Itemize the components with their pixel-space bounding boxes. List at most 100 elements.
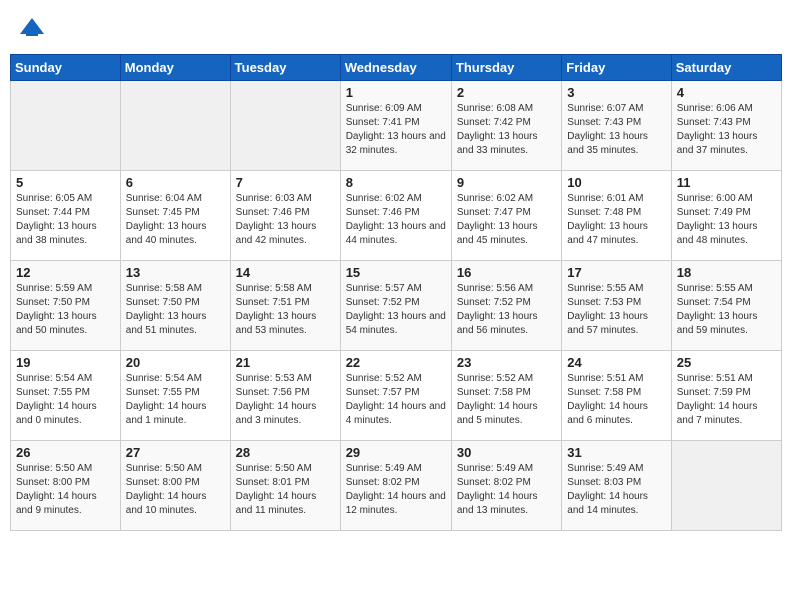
day-number: 12 [16, 265, 115, 280]
day-info: Sunrise: 5:49 AM Sunset: 8:02 PM Dayligh… [457, 462, 556, 518]
day-number: 11 [677, 175, 776, 190]
calendar-cell: 10 Sunrise: 6:01 AM Sunset: 7:48 PM Dayli… [562, 171, 671, 261]
day-info: Sunrise: 5:52 AM Sunset: 7:58 PM Dayligh… [457, 372, 556, 428]
calendar-cell: 12Sunrise: 5:59 AM Sunset: 7:50 PM Dayli… [11, 261, 121, 351]
day-info: Sunrise: 5:58 AM Sunset: 7:50 PM Dayligh… [126, 282, 225, 338]
day-number: 6 [126, 175, 225, 190]
day-info: Sunrise: 6:03 AM Sunset: 7:46 PM Dayligh… [236, 192, 335, 248]
day-number: 1 [346, 85, 446, 100]
calendar-cell: 16Sunrise: 5:56 AM Sunset: 7:52 PM Dayli… [451, 261, 561, 351]
day-number: 17 [567, 265, 665, 280]
day-number: 20 [126, 355, 225, 370]
calendar-cell: 31 Sunrise: 5:49 AM Sunset: 8:03 PM Dayli… [562, 441, 671, 531]
day-number: 21 [236, 355, 335, 370]
day-info: Sunrise: 5:58 AM Sunset: 7:51 PM Dayligh… [236, 282, 335, 338]
calendar-cell: 9 Sunrise: 6:02 AM Sunset: 7:47 PM Daylig… [451, 171, 561, 261]
day-header-thursday: Thursday [451, 55, 561, 81]
logo-icon [18, 14, 46, 42]
calendar-cell: 4 Sunrise: 6:06 AM Sunset: 7:43 PM Daylig… [671, 81, 781, 171]
calendar-week-3: 12Sunrise: 5:59 AM Sunset: 7:50 PM Dayli… [11, 261, 782, 351]
day-header-sunday: Sunday [11, 55, 121, 81]
day-info: Sunrise: 6:06 AM Sunset: 7:43 PM Dayligh… [677, 102, 776, 158]
day-info: Sunrise: 5:55 AM Sunset: 7:54 PM Dayligh… [677, 282, 776, 338]
day-number: 7 [236, 175, 335, 190]
logo [18, 14, 50, 42]
calendar-cell: 29 Sunrise: 5:49 AM Sunset: 8:02 PM Dayli… [340, 441, 451, 531]
day-header-tuesday: Tuesday [230, 55, 340, 81]
calendar-week-5: 26 Sunrise: 5:50 AM Sunset: 8:00 PM Dayli… [11, 441, 782, 531]
day-info: Sunrise: 5:55 AM Sunset: 7:53 PM Dayligh… [567, 282, 665, 338]
calendar-cell: 13Sunrise: 5:58 AM Sunset: 7:50 PM Dayli… [120, 261, 230, 351]
day-header-monday: Monday [120, 55, 230, 81]
day-info: Sunrise: 6:08 AM Sunset: 7:42 PM Dayligh… [457, 102, 556, 158]
calendar-cell: 26Sunrise: 5:50 AM Sunset: 8:00 PM Dayli… [11, 441, 121, 531]
day-number: 9 [457, 175, 556, 190]
calendar-cell: 2 Sunrise: 6:08 AM Sunset: 7:42 PM Daylig… [451, 81, 561, 171]
calendar-cell: 5 Sunrise: 6:05 AM Sunset: 7:44 PM Daylig… [11, 171, 121, 261]
day-header-friday: Friday [562, 55, 671, 81]
day-number: 4 [677, 85, 776, 100]
day-header-saturday: Saturday [671, 55, 781, 81]
day-info: Sunrise: 6:04 AM Sunset: 7:45 PM Dayligh… [126, 192, 225, 248]
page-header [10, 10, 782, 46]
day-info: Sunrise: 6:05 AM Sunset: 7:44 PM Dayligh… [16, 192, 115, 248]
day-number: 26 [16, 445, 115, 460]
day-number: 30 [457, 445, 556, 460]
calendar-cell: 30 Sunrise: 5:49 AM Sunset: 8:02 PM Dayli… [451, 441, 561, 531]
day-info: Sunrise: 5:57 AM Sunset: 7:52 PM Dayligh… [346, 282, 446, 338]
day-info: Sunrise: 6:02 AM Sunset: 7:46 PM Dayligh… [346, 192, 446, 248]
day-header-wednesday: Wednesday [340, 55, 451, 81]
calendar-week-4: 19 Sunrise: 5:54 AM Sunset: 7:55 PM Dayli… [11, 351, 782, 441]
day-info: Sunrise: 5:51 AM Sunset: 7:58 PM Dayligh… [567, 372, 665, 428]
calendar-cell: 6 Sunrise: 6:04 AM Sunset: 7:45 PM Daylig… [120, 171, 230, 261]
day-number: 28 [236, 445, 335, 460]
calendar-cell: 1 Sunrise: 6:09 AM Sunset: 7:41 PM Daylig… [340, 81, 451, 171]
calendar-cell: 19 Sunrise: 5:54 AM Sunset: 7:55 PM Dayli… [11, 351, 121, 441]
calendar-cell: 20Sunrise: 5:54 AM Sunset: 7:55 PM Dayli… [120, 351, 230, 441]
calendar-header-row: SundayMondayTuesdayWednesdayThursdayFrid… [11, 55, 782, 81]
day-number: 31 [567, 445, 665, 460]
day-number: 19 [16, 355, 115, 370]
day-number: 2 [457, 85, 556, 100]
day-number: 25 [677, 355, 776, 370]
day-number: 15 [346, 265, 446, 280]
day-number: 3 [567, 85, 665, 100]
calendar-cell: 22Sunrise: 5:52 AM Sunset: 7:57 PM Dayli… [340, 351, 451, 441]
day-number: 24 [567, 355, 665, 370]
calendar-cell: 15 Sunrise: 5:57 AM Sunset: 7:52 PM Dayli… [340, 261, 451, 351]
day-info: Sunrise: 6:00 AM Sunset: 7:49 PM Dayligh… [677, 192, 776, 248]
day-info: Sunrise: 5:49 AM Sunset: 8:02 PM Dayligh… [346, 462, 446, 518]
day-info: Sunrise: 5:51 AM Sunset: 7:59 PM Dayligh… [677, 372, 776, 428]
calendar-cell [120, 81, 230, 171]
calendar-table: SundayMondayTuesdayWednesdayThursdayFrid… [10, 54, 782, 531]
calendar-body: 1 Sunrise: 6:09 AM Sunset: 7:41 PM Daylig… [11, 81, 782, 531]
calendar-cell: 14 Sunrise: 5:58 AM Sunset: 7:51 PM Dayli… [230, 261, 340, 351]
calendar-cell: 3Sunrise: 6:07 AM Sunset: 7:43 PM Daylig… [562, 81, 671, 171]
calendar-cell [671, 441, 781, 531]
calendar-cell [11, 81, 121, 171]
day-number: 27 [126, 445, 225, 460]
day-number: 5 [16, 175, 115, 190]
day-info: Sunrise: 6:09 AM Sunset: 7:41 PM Dayligh… [346, 102, 446, 158]
day-info: Sunrise: 5:50 AM Sunset: 8:01 PM Dayligh… [236, 462, 335, 518]
day-info: Sunrise: 5:54 AM Sunset: 7:55 PM Dayligh… [16, 372, 115, 428]
calendar-cell: 28 Sunrise: 5:50 AM Sunset: 8:01 PM Dayli… [230, 441, 340, 531]
calendar-cell: 25 Sunrise: 5:51 AM Sunset: 7:59 PM Dayli… [671, 351, 781, 441]
day-number: 14 [236, 265, 335, 280]
day-number: 18 [677, 265, 776, 280]
day-info: Sunrise: 6:02 AM Sunset: 7:47 PM Dayligh… [457, 192, 556, 248]
day-number: 22 [346, 355, 446, 370]
calendar-cell [230, 81, 340, 171]
day-number: 29 [346, 445, 446, 460]
day-number: 10 [567, 175, 665, 190]
calendar-cell: 7 Sunrise: 6:03 AM Sunset: 7:46 PM Daylig… [230, 171, 340, 261]
day-number: 23 [457, 355, 556, 370]
day-info: Sunrise: 6:01 AM Sunset: 7:48 PM Dayligh… [567, 192, 665, 248]
calendar-cell: 8Sunrise: 6:02 AM Sunset: 7:46 PM Daylig… [340, 171, 451, 261]
calendar-cell: 18 Sunrise: 5:55 AM Sunset: 7:54 PM Dayli… [671, 261, 781, 351]
day-info: Sunrise: 5:50 AM Sunset: 8:00 PM Dayligh… [126, 462, 225, 518]
day-info: Sunrise: 5:49 AM Sunset: 8:03 PM Dayligh… [567, 462, 665, 518]
calendar-cell: 17 Sunrise: 5:55 AM Sunset: 7:53 PM Dayli… [562, 261, 671, 351]
calendar-week-1: 1 Sunrise: 6:09 AM Sunset: 7:41 PM Daylig… [11, 81, 782, 171]
day-number: 16 [457, 265, 556, 280]
